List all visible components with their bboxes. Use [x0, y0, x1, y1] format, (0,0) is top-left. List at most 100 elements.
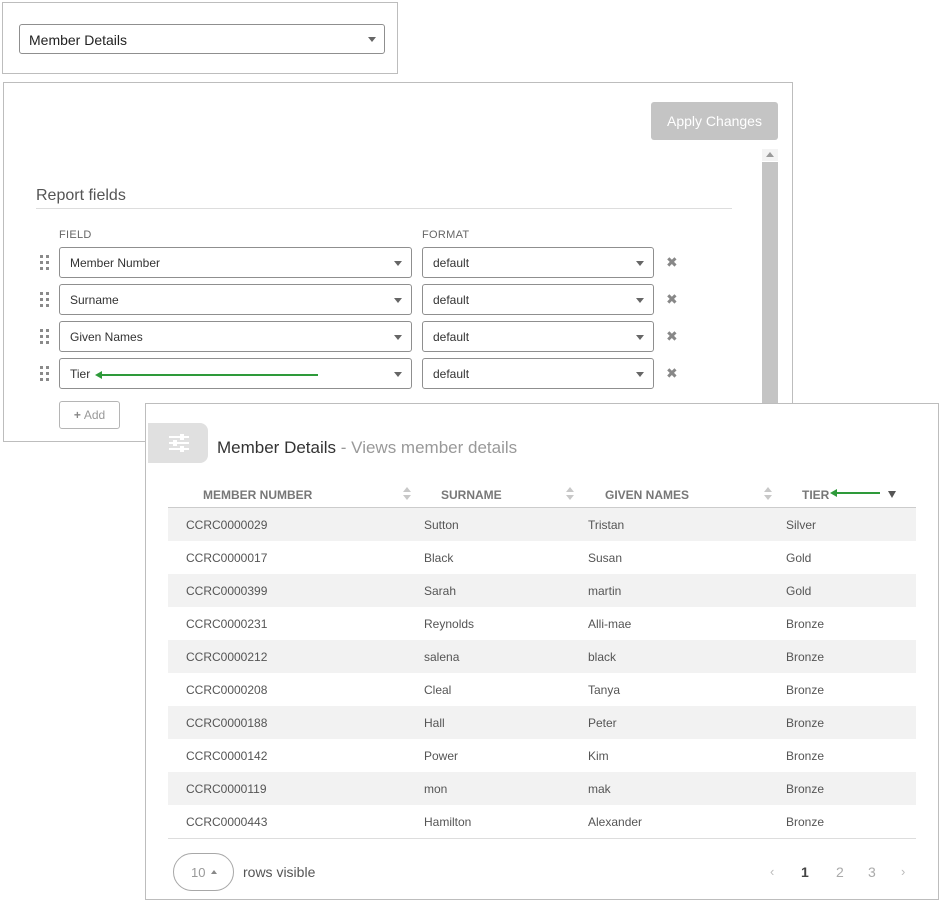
- table-row[interactable]: CCRC0000399 Sarah martin Gold: [168, 574, 916, 607]
- table-row[interactable]: CCRC0000212 salena black Bronze: [168, 640, 916, 673]
- table-header: MEMBER NUMBER SURNAME GIVEN NAMES TIER: [168, 482, 916, 508]
- field-column-label: FIELD: [59, 229, 92, 241]
- cell-member-number: CCRC0000399: [186, 584, 268, 598]
- cell-given-names: mak: [588, 782, 611, 796]
- report-heading: Member Details - Views member details: [217, 438, 517, 458]
- cell-given-names: Alli-mae: [588, 617, 632, 631]
- annotation-arrow-line: [836, 492, 880, 494]
- report-name: Member Details: [217, 438, 337, 457]
- format-column-label: FORMAT: [422, 229, 470, 241]
- drag-handle-icon[interactable]: [40, 329, 50, 345]
- sort-icon[interactable]: [403, 487, 411, 501]
- table-row[interactable]: CCRC0000188 Hall Peter Bronze: [168, 706, 916, 739]
- add-field-label: Add: [83, 408, 106, 422]
- format-select-value: default: [433, 256, 470, 270]
- cell-given-names: Tristan: [588, 518, 625, 532]
- drag-handle-icon[interactable]: [40, 366, 50, 382]
- field-select[interactable]: Given Names: [59, 321, 412, 352]
- cell-given-names: martin: [588, 584, 622, 598]
- remove-icon[interactable]: ✖: [666, 254, 678, 271]
- chevron-down-icon: [394, 261, 402, 266]
- report-select[interactable]: Member Details: [19, 24, 385, 54]
- cell-tier: Bronze: [786, 815, 825, 829]
- field-select-value: Given Names: [70, 330, 143, 344]
- table-row[interactable]: CCRC0000142 Power Kim Bronze: [168, 739, 916, 772]
- cell-tier: Gold: [786, 551, 812, 565]
- table-row[interactable]: CCRC0000231 Reynolds Alli-mae Bronze: [168, 607, 916, 640]
- cell-tier: Bronze: [786, 716, 825, 730]
- table-bottom-divider: [168, 838, 916, 839]
- chevron-down-icon: [636, 372, 644, 377]
- section-title: Report fields: [36, 187, 126, 204]
- caret-up-icon: [211, 870, 217, 874]
- field-select[interactable]: Surname: [59, 284, 412, 315]
- table-row[interactable]: CCRC0000029 Sutton Tristan Silver: [168, 508, 916, 541]
- sliders-icon: [169, 434, 189, 452]
- add-field-button[interactable]: + Add: [59, 401, 120, 429]
- heading-separator: -: [336, 438, 352, 457]
- cell-tier: Bronze: [786, 617, 825, 631]
- format-select[interactable]: default: [422, 247, 654, 278]
- field-row-given-names: Given Names default ✖: [4, 321, 764, 353]
- field-select[interactable]: Tier: [59, 358, 412, 389]
- cell-surname: Sutton: [424, 518, 459, 532]
- cell-given-names: black: [588, 650, 617, 664]
- format-select[interactable]: default: [422, 321, 654, 352]
- cell-surname: Cleal: [424, 683, 452, 697]
- sort-icon[interactable]: [566, 487, 574, 501]
- cell-member-number: CCRC0000231: [186, 617, 268, 631]
- apply-changes-button[interactable]: Apply Changes: [651, 102, 778, 140]
- cell-surname: Black: [424, 551, 454, 565]
- chevron-down-icon: [394, 372, 402, 377]
- column-header-member-number[interactable]: MEMBER NUMBER: [203, 488, 312, 502]
- pagination-page-1[interactable]: 1: [801, 864, 809, 880]
- pagination-page-2[interactable]: 2: [836, 864, 844, 880]
- pagination-next-icon[interactable]: ›: [901, 864, 905, 879]
- remove-icon[interactable]: ✖: [666, 291, 678, 308]
- results-table: MEMBER NUMBER SURNAME GIVEN NAMES TIER C…: [168, 482, 916, 839]
- cell-tier: Bronze: [786, 782, 825, 796]
- cell-surname: Hall: [424, 716, 445, 730]
- cell-member-number: CCRC0000443: [186, 815, 268, 829]
- scroll-up-arrow-icon[interactable]: [762, 149, 778, 161]
- format-select[interactable]: default: [422, 284, 654, 315]
- table-row[interactable]: CCRC0000017 Black Susan Gold: [168, 541, 916, 574]
- field-select[interactable]: Member Number: [59, 247, 412, 278]
- remove-icon[interactable]: ✖: [666, 328, 678, 345]
- scrollbar-thumb[interactable]: [762, 162, 778, 441]
- cell-surname: Sarah: [424, 584, 457, 598]
- cell-member-number: CCRC0000188: [186, 716, 268, 730]
- cell-member-number: CCRC0000208: [186, 683, 268, 697]
- report-fields-panel: Apply Changes Report fields FIELD FORMAT…: [3, 82, 793, 442]
- column-header-surname[interactable]: SURNAME: [441, 488, 502, 502]
- field-select-value: Surname: [70, 293, 119, 307]
- field-row-tier: Tier default ✖: [4, 358, 764, 390]
- pagination-prev-icon[interactable]: ‹: [770, 864, 774, 879]
- chevron-down-icon: [636, 335, 644, 340]
- report-results-panel: Member Details - Views member details ME…: [145, 403, 939, 900]
- plus-icon: +: [73, 408, 81, 422]
- cell-surname: Power: [424, 749, 459, 763]
- annotation-arrow-icon: [95, 371, 102, 379]
- sort-desc-icon[interactable]: [888, 491, 896, 498]
- cell-member-number: CCRC0000142: [186, 749, 268, 763]
- report-description: Views member details: [351, 438, 518, 457]
- field-select-value: Tier: [70, 367, 91, 381]
- sort-icon[interactable]: [764, 487, 772, 501]
- report-settings-toggle[interactable]: [148, 423, 208, 463]
- chevron-down-icon: [394, 335, 402, 340]
- table-row[interactable]: CCRC0000119 mon mak Bronze: [168, 772, 916, 805]
- column-header-given-names[interactable]: GIVEN NAMES: [605, 488, 689, 502]
- scrollbar[interactable]: [762, 149, 778, 441]
- pagination-page-3[interactable]: 3: [868, 864, 876, 880]
- format-select[interactable]: default: [422, 358, 654, 389]
- table-row[interactable]: CCRC0000208 Cleal Tanya Bronze: [168, 673, 916, 706]
- drag-handle-icon[interactable]: [40, 292, 50, 308]
- cell-surname: Hamilton: [424, 815, 472, 829]
- report-select-value: Member Details: [29, 32, 128, 48]
- column-header-tier[interactable]: TIER: [802, 488, 829, 502]
- drag-handle-icon[interactable]: [40, 255, 50, 271]
- rows-visible-stepper[interactable]: 10: [173, 853, 234, 891]
- table-row[interactable]: CCRC0000443 Hamilton Alexander Bronze: [168, 805, 916, 838]
- remove-icon[interactable]: ✖: [666, 365, 678, 382]
